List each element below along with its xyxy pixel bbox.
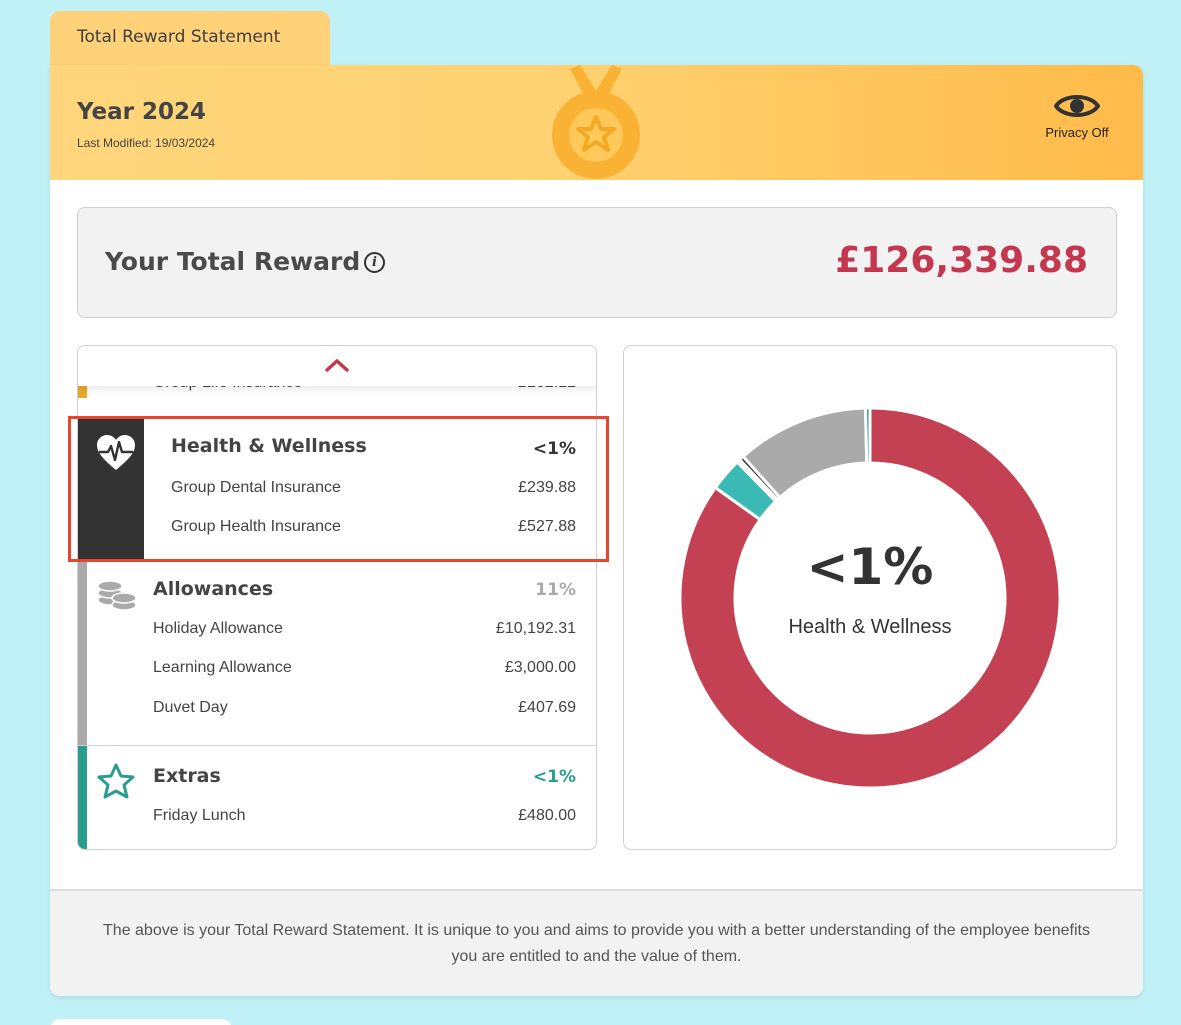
chevron-up-icon [325,359,349,372]
privacy-label: Privacy Off [1045,125,1109,140]
category-percent: 11% [535,580,576,600]
list-item: Group Health Insurance £527.88 [171,518,576,540]
year-title: Year 2024 [77,99,207,125]
list-item: Holiday Allowance £10,192.31 [153,620,576,642]
benefit-name: Learning Allowance [153,659,292,676]
benefit-name: Group Dental Insurance [171,479,341,496]
donut-slice-5[interactable] [863,406,872,465]
chart-center-label: Health & Wellness [788,616,952,638]
benefit-value: £527.88 [518,518,576,535]
category-health-wellness[interactable]: Health & Wellness <1% Group Dental Insur… [78,418,596,559]
benefits-list[interactable]: Group Life Insurance £102.12 Health & We… [77,345,597,850]
list-item: Group Dental Insurance £239.88 [171,479,576,501]
benefit-name: Friday Lunch [153,807,246,824]
statement-tab-label: Total Reward Statement [77,27,281,47]
statement-card: Year 2024 Last Modified: 19/03/2024 Priv… [50,65,1143,996]
heart-pulse-icon [97,435,135,470]
benefit-name: Holiday Allowance [153,620,283,637]
eye-icon [1054,95,1100,117]
benefit-value: £480.00 [518,807,576,824]
donut-chart-panel: <1% Health & Wellness [623,345,1117,850]
benefit-value: £239.88 [518,479,576,496]
statement-tab[interactable]: Total Reward Statement [50,11,330,71]
benefit-value: £407.69 [518,699,576,716]
category-allowances[interactable]: Allowances 11% Holiday Allowance £10,192… [78,559,596,746]
category-color-bar [78,559,87,745]
privacy-toggle[interactable]: Privacy Off [1037,91,1117,140]
category-title: Health & Wellness [171,435,367,457]
total-reward-value: £126,339.88 [835,240,1088,281]
scroll-up-button[interactable] [78,346,596,386]
donut-chart[interactable] [624,346,1116,849]
next-card-peek [50,1019,232,1025]
info-icon[interactable]: i [364,252,385,273]
category-title: Extras [153,765,221,787]
coins-icon [97,580,137,611]
benefit-name: Group Health Insurance [171,518,341,535]
benefit-name: Duvet Day [153,699,228,716]
list-item: Duvet Day £407.69 [153,699,576,721]
footer-text: The above is your Total Reward Statement… [103,922,1090,965]
statement-header: Year 2024 Last Modified: 19/03/2024 Priv… [50,65,1143,180]
total-reward-panel: Your Total Reward i £126,339.88 [77,207,1117,318]
category-title: Allowances [153,578,274,600]
statement-footer: The above is your Total Reward Statement… [50,889,1143,996]
category-extras[interactable]: Extras <1% Friday Lunch £480.00 [78,746,596,849]
category-percent: <1% [532,439,576,459]
medal-icon [552,65,640,179]
benefit-value: £10,192.31 [495,620,576,637]
list-item: Learning Allowance £3,000.00 [153,659,576,681]
chart-center-percent: <1% [806,538,934,596]
last-modified: Last Modified: 19/03/2024 [77,136,216,150]
star-icon [97,763,135,799]
total-reward-label: Your Total Reward [105,247,361,276]
category-color-bar [78,746,87,849]
list-item: Friday Lunch £480.00 [153,807,576,829]
category-percent: <1% [532,767,576,787]
benefit-value: £3,000.00 [504,659,576,676]
